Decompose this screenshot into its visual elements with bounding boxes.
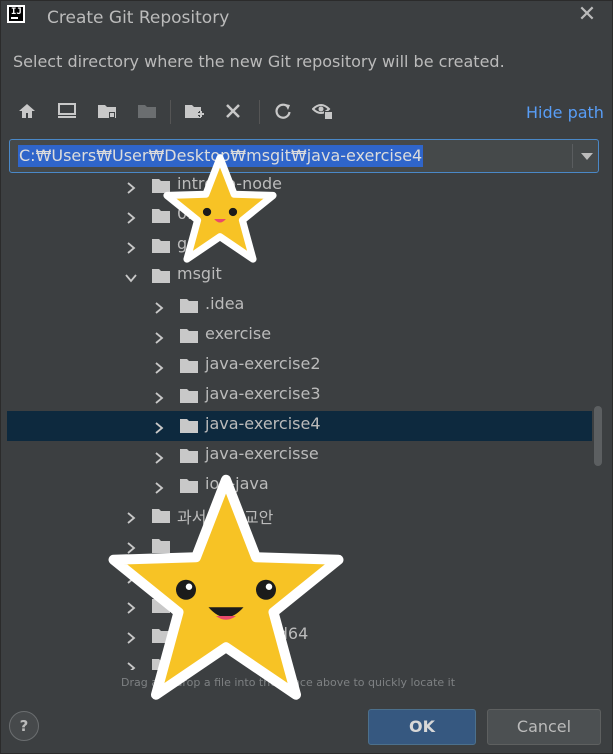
tree-row-label: msgit: [177, 264, 222, 283]
chevron-right-icon[interactable]: [125, 179, 137, 194]
show-hidden-icon[interactable]: [311, 98, 335, 124]
path-combo-box[interactable]: C:₩Users₩User₩Desktop₩msgit₩java-exercis…: [9, 139, 599, 173]
tree-row[interactable]: exercise: [7, 321, 592, 351]
folder-icon: [179, 388, 199, 404]
tree-row[interactable]: .idea: [7, 291, 592, 321]
star-sticker-small: [163, 154, 277, 263]
hide-path-link[interactable]: Hide path: [526, 103, 604, 122]
new-folder-add-icon[interactable]: [183, 98, 207, 124]
folder-icon: [179, 328, 199, 344]
tree-row-label: java-exercise3: [205, 384, 321, 403]
home-icon[interactable]: [15, 98, 39, 124]
toolbar-separator: [170, 100, 171, 124]
chevron-right-icon[interactable]: [153, 299, 165, 314]
tree-row-label: java-exercisse: [205, 444, 319, 463]
dialog-description: Select directory where the new Git repos…: [13, 52, 505, 71]
tree-row[interactable]: msgit: [7, 261, 592, 291]
chevron-right-icon[interactable]: [153, 359, 165, 374]
tree-row[interactable]: java-exercise3: [7, 381, 592, 411]
intellij-logo-icon: IJ: [7, 5, 25, 23]
tree-row-label: .idea: [205, 294, 245, 313]
chevron-right-icon[interactable]: [153, 449, 165, 464]
tree-row-label: exercise: [205, 324, 272, 343]
star-sticker-large: [108, 474, 344, 700]
title-bar: IJ Create Git Repository ✕: [1, 1, 612, 37]
toolbar-separator: [259, 100, 260, 124]
chevron-right-icon[interactable]: [153, 329, 165, 344]
combo-separator: [572, 144, 573, 168]
tree-scrollbar[interactable]: [594, 406, 602, 466]
chevron-right-icon[interactable]: [125, 239, 137, 254]
close-icon[interactable]: ✕: [575, 3, 599, 27]
tree-row-label: java-exercise2: [205, 354, 321, 373]
tree-row-label: java-exercise4: [205, 414, 321, 433]
chevron-right-icon[interactable]: [153, 419, 165, 434]
folder-icon: [179, 298, 199, 314]
tree-row[interactable]: 0.164: [7, 201, 592, 231]
dialog-title: Create Git Repository: [47, 8, 230, 28]
chevron-down-icon[interactable]: [125, 269, 137, 283]
ok-button[interactable]: OK: [368, 709, 476, 745]
chevron-right-icon[interactable]: [153, 389, 165, 404]
tree-row[interactable]: intro-to-node: [7, 174, 592, 201]
delete-icon[interactable]: [221, 98, 245, 124]
refresh-icon[interactable]: [271, 98, 295, 124]
chevron-down-icon[interactable]: [577, 146, 597, 166]
folder-icon: [179, 358, 199, 374]
new-folder-icon[interactable]: [95, 98, 119, 124]
folder-icon: [151, 268, 171, 284]
folder-icon: [179, 418, 199, 434]
project-folder-icon[interactable]: [135, 98, 159, 124]
tree-row[interactable]: java-exercise4: [7, 411, 592, 441]
chevron-right-icon[interactable]: [125, 209, 137, 224]
help-button[interactable]: ?: [9, 711, 39, 741]
cancel-button[interactable]: Cancel: [487, 709, 601, 745]
tree-row[interactable]: java-exercise2: [7, 351, 592, 381]
folder-icon: [179, 448, 199, 464]
desktop-icon[interactable]: [55, 98, 79, 124]
tree-row[interactable]: g: [7, 231, 592, 261]
create-git-repository-dialog: IJ Create Git Repository ✕ Select direct…: [0, 0, 613, 754]
